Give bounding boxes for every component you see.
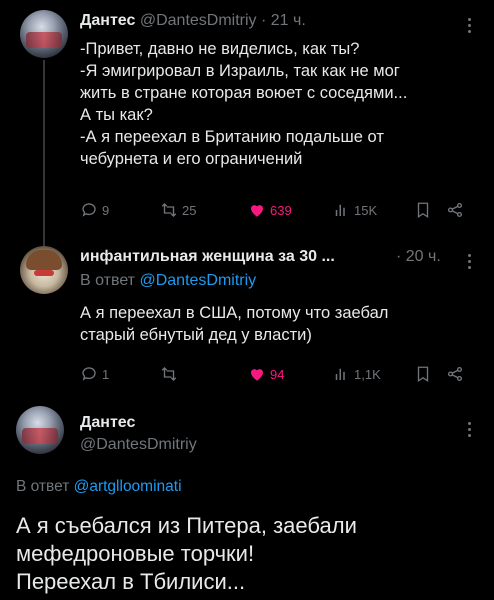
tweet-time: · 20 ч. <box>396 248 441 266</box>
views-count: 1,1K <box>354 366 381 382</box>
reply-icon <box>82 367 96 381</box>
more-icon[interactable] <box>462 254 476 272</box>
reply-button[interactable]: 9 <box>80 200 109 220</box>
share-button[interactable] <box>446 200 468 220</box>
share-button[interactable] <box>446 364 468 384</box>
views-button[interactable]: 15K <box>332 200 377 220</box>
text-line: старый ебнутый дед у власти) <box>80 326 312 344</box>
separator: · <box>261 12 267 29</box>
text-line: -А я переехал в Британию подальше от <box>80 128 384 146</box>
timestamp[interactable]: 21 ч. <box>271 12 306 29</box>
tweet-2[interactable]: инфантильная женщина за 30 ... · 20 ч. В… <box>0 240 494 395</box>
reply-icon <box>82 203 96 217</box>
reply-to-link[interactable]: @artglloominati <box>74 478 182 495</box>
text-line: -Я эмигрировал в Израиль, так как не мог <box>80 62 400 80</box>
action-bar: 1 94 1,1K <box>80 364 480 384</box>
more-icon[interactable] <box>462 422 476 440</box>
avatar[interactable] <box>16 406 64 454</box>
reply-context: В ответ @artglloominati <box>16 478 182 496</box>
like-count: 639 <box>270 202 292 218</box>
like-button[interactable]: 639 <box>248 200 292 220</box>
tweet-header: Дантес @DantesDmitriy · 21 ч. <box>80 12 306 30</box>
views-icon <box>335 204 345 216</box>
text-line: чебурнета и его ограничений <box>80 150 303 168</box>
retweet-icon <box>161 367 177 381</box>
views-button[interactable]: 1,1K <box>332 364 381 384</box>
like-count: 94 <box>270 366 285 382</box>
heart-icon <box>251 369 263 381</box>
text-line: Переехал в Тбилиси... <box>16 569 246 594</box>
author-name[interactable]: Дантес <box>80 12 135 29</box>
bookmark-button[interactable] <box>414 200 436 220</box>
avatar[interactable] <box>20 10 68 58</box>
text-line: А ты как? <box>80 106 153 124</box>
retweet-count: 25 <box>182 202 197 218</box>
views-count: 15K <box>354 202 378 218</box>
author-handle[interactable]: @DantesDmitriy <box>80 436 197 454</box>
bookmark-icon <box>417 202 429 219</box>
separator: · <box>396 248 402 265</box>
reply-to-link[interactable]: @DantesDmitriy <box>139 272 256 289</box>
text-line: А я переехал в США, потому что заебал <box>80 304 389 322</box>
author-name[interactable]: инфантильная женщина за 30 ... <box>80 248 335 265</box>
like-button[interactable]: 94 <box>248 364 284 384</box>
action-bar: 9 25 639 15K <box>80 200 480 220</box>
author-name[interactable]: Дантес <box>80 414 135 432</box>
bookmark-icon <box>417 366 429 383</box>
views-icon <box>335 368 345 380</box>
text-line: жить в стране которая воюет с соседями..… <box>80 84 408 102</box>
reply-count: 9 <box>102 202 110 218</box>
heart-icon <box>251 205 263 217</box>
text-line: -Привет, давно не виделись, как ты? <box>80 40 360 58</box>
bookmark-button[interactable] <box>414 364 436 384</box>
text-line: мефедроновые торчки! <box>16 541 255 566</box>
retweet-icon <box>161 203 177 217</box>
reply-count: 1 <box>102 366 110 382</box>
tweet-header: инфантильная женщина за 30 ... <box>80 248 335 266</box>
text-line: А я съебался из Питера, заебали <box>16 513 357 538</box>
more-icon[interactable] <box>462 18 476 36</box>
tweet-text: А я съебался из Питера, заебали мефедрон… <box>16 512 478 596</box>
tweet-text: А я переехал в США, потому что заебал ст… <box>80 302 388 346</box>
reply-button[interactable]: 1 <box>80 364 109 384</box>
author-handle[interactable]: @DantesDmitriy <box>140 12 257 29</box>
share-icon <box>447 366 463 382</box>
tweet-1[interactable]: Дантес @DantesDmitriy · 21 ч. -Привет, д… <box>0 0 494 240</box>
retweet-button[interactable]: 25 <box>160 200 196 220</box>
reply-prefix: В ответ <box>80 272 136 289</box>
reply-prefix: В ответ <box>16 478 70 495</box>
avatar[interactable] <box>20 246 68 294</box>
timestamp[interactable]: 20 ч. <box>406 248 441 265</box>
tweet-3-focused[interactable]: Дантес @DantesDmitriy В ответ @artglloom… <box>0 400 494 600</box>
retweet-button[interactable] <box>160 364 182 384</box>
reply-context: В ответ @DantesDmitriy <box>80 272 256 290</box>
share-icon <box>447 202 463 218</box>
tweet-text: -Привет, давно не виделись, как ты? -Я э… <box>80 38 407 170</box>
